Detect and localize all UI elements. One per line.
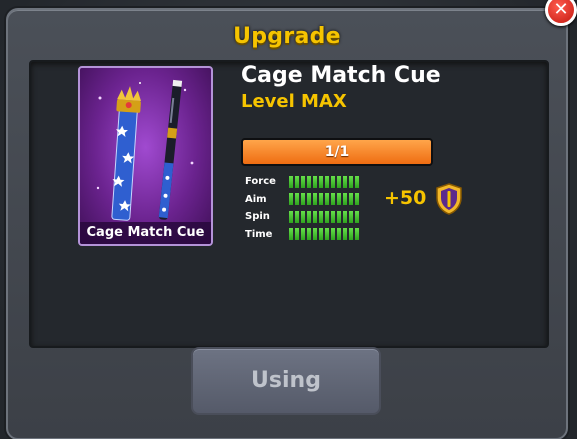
stat-segment (319, 193, 323, 206)
stat-segment (337, 193, 341, 206)
stat-segment (313, 175, 317, 188)
stat-segment (289, 175, 293, 188)
stat-label: Spin (245, 211, 270, 223)
stat-bar-time (289, 228, 359, 241)
shield-icon (434, 182, 464, 220)
bonus-value: +50 (384, 187, 427, 209)
stat-segment (325, 193, 329, 206)
stat-segment (301, 228, 305, 241)
stat-segment (301, 175, 305, 188)
stat-segment (337, 175, 341, 188)
stat-segment (337, 228, 341, 241)
stat-segment (325, 175, 329, 188)
stat-segment (307, 228, 311, 241)
stat-segment (307, 175, 311, 188)
stat-row-aim: Aim (245, 191, 359, 209)
close-icon: ✕ (553, 0, 569, 20)
stat-segment (355, 228, 359, 241)
cue-card[interactable]: Cage Match Cue (78, 66, 213, 246)
upgrade-dialog: Upgrade Cage Match Cue Cage Match Cue Le… (6, 8, 568, 439)
stat-segment (343, 175, 347, 188)
stat-segment (331, 193, 335, 206)
stat-segment (295, 210, 299, 223)
stat-row-force: Force (245, 173, 359, 191)
stat-segment (343, 228, 347, 241)
stat-segment (325, 210, 329, 223)
stat-label: Aim (245, 193, 267, 205)
stat-segment (313, 193, 317, 206)
stat-segment (337, 210, 341, 223)
stat-segment (307, 210, 311, 223)
stat-segment (289, 210, 293, 223)
stat-segment (343, 193, 347, 206)
cue-card-label: Cage Match Cue (80, 222, 211, 244)
stat-row-spin: Spin (245, 208, 359, 226)
stat-segment (295, 193, 299, 206)
using-button[interactable]: Using (191, 347, 381, 415)
stat-segment (331, 228, 335, 241)
stat-segment (349, 210, 353, 223)
stat-segment (319, 210, 323, 223)
stat-segment (295, 228, 299, 241)
stat-bar-force (289, 175, 359, 188)
stat-segment (325, 228, 329, 241)
upgrade-progress-bar: 1/1 (241, 138, 433, 166)
dialog-title: Upgrade (233, 24, 341, 49)
cue-stats: Force Aim Spin Time (245, 173, 359, 243)
cue-name: Cage Match Cue (241, 63, 441, 88)
stat-segment (295, 175, 299, 188)
stat-segment (331, 210, 335, 223)
stat-segment (319, 228, 323, 241)
cue-level: Level MAX (241, 91, 347, 112)
stat-segment (349, 193, 353, 206)
stat-segment (331, 175, 335, 188)
stat-segment (349, 228, 353, 241)
stat-segment (289, 228, 293, 241)
stat-segment (355, 175, 359, 188)
stat-segment (313, 228, 317, 241)
stat-label: Time (245, 228, 273, 240)
stat-segment (307, 193, 311, 206)
progress-text: 1/1 (324, 144, 350, 160)
stat-bar-aim (289, 193, 359, 206)
close-button[interactable]: ✕ (545, 0, 577, 26)
stat-segment (355, 193, 359, 206)
stat-bar-spin (289, 210, 359, 223)
screen: Upgrade Cage Match Cue Cage Match Cue Le… (0, 0, 577, 439)
stat-segment (301, 210, 305, 223)
stat-segment (343, 210, 347, 223)
stat-segment (289, 193, 293, 206)
cue-image (96, 79, 194, 221)
stat-row-time: Time (245, 226, 359, 244)
stat-segment (301, 193, 305, 206)
stat-segment (355, 210, 359, 223)
stat-segment (349, 175, 353, 188)
stat-label: Force (245, 176, 276, 188)
stat-segment (313, 210, 317, 223)
stat-segment (319, 175, 323, 188)
